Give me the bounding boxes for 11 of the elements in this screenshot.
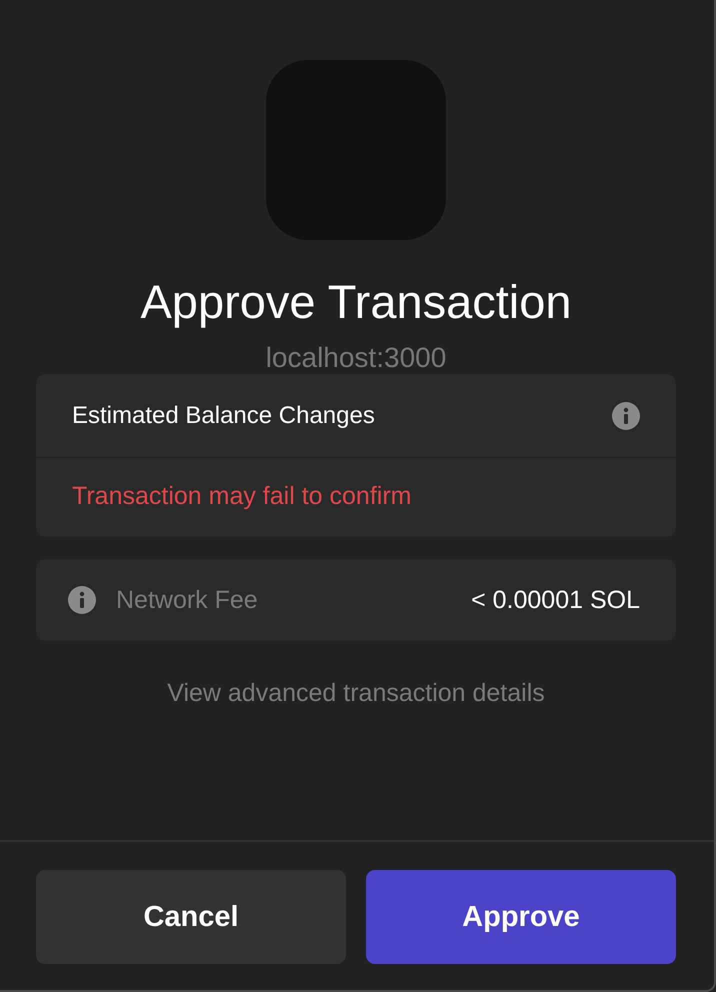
fee-label: Network Fee bbox=[116, 586, 259, 614]
fee-value: < 0.00001 SOL bbox=[471, 586, 640, 614]
approve-button[interactable]: Approve bbox=[366, 870, 676, 964]
dialog-title: Approve Transaction bbox=[140, 274, 572, 330]
site-origin: localhost:3000 bbox=[266, 342, 446, 374]
card-heading: Estimated Balance Changes bbox=[72, 402, 375, 430]
warning-text: Transaction may fail to confirm bbox=[71, 481, 412, 512]
advanced-details-link[interactable]: View advanced transaction details bbox=[167, 679, 545, 708]
info-icon bbox=[68, 586, 96, 614]
info-icon bbox=[612, 402, 640, 430]
cancel-button[interactable]: Cancel bbox=[36, 870, 346, 964]
